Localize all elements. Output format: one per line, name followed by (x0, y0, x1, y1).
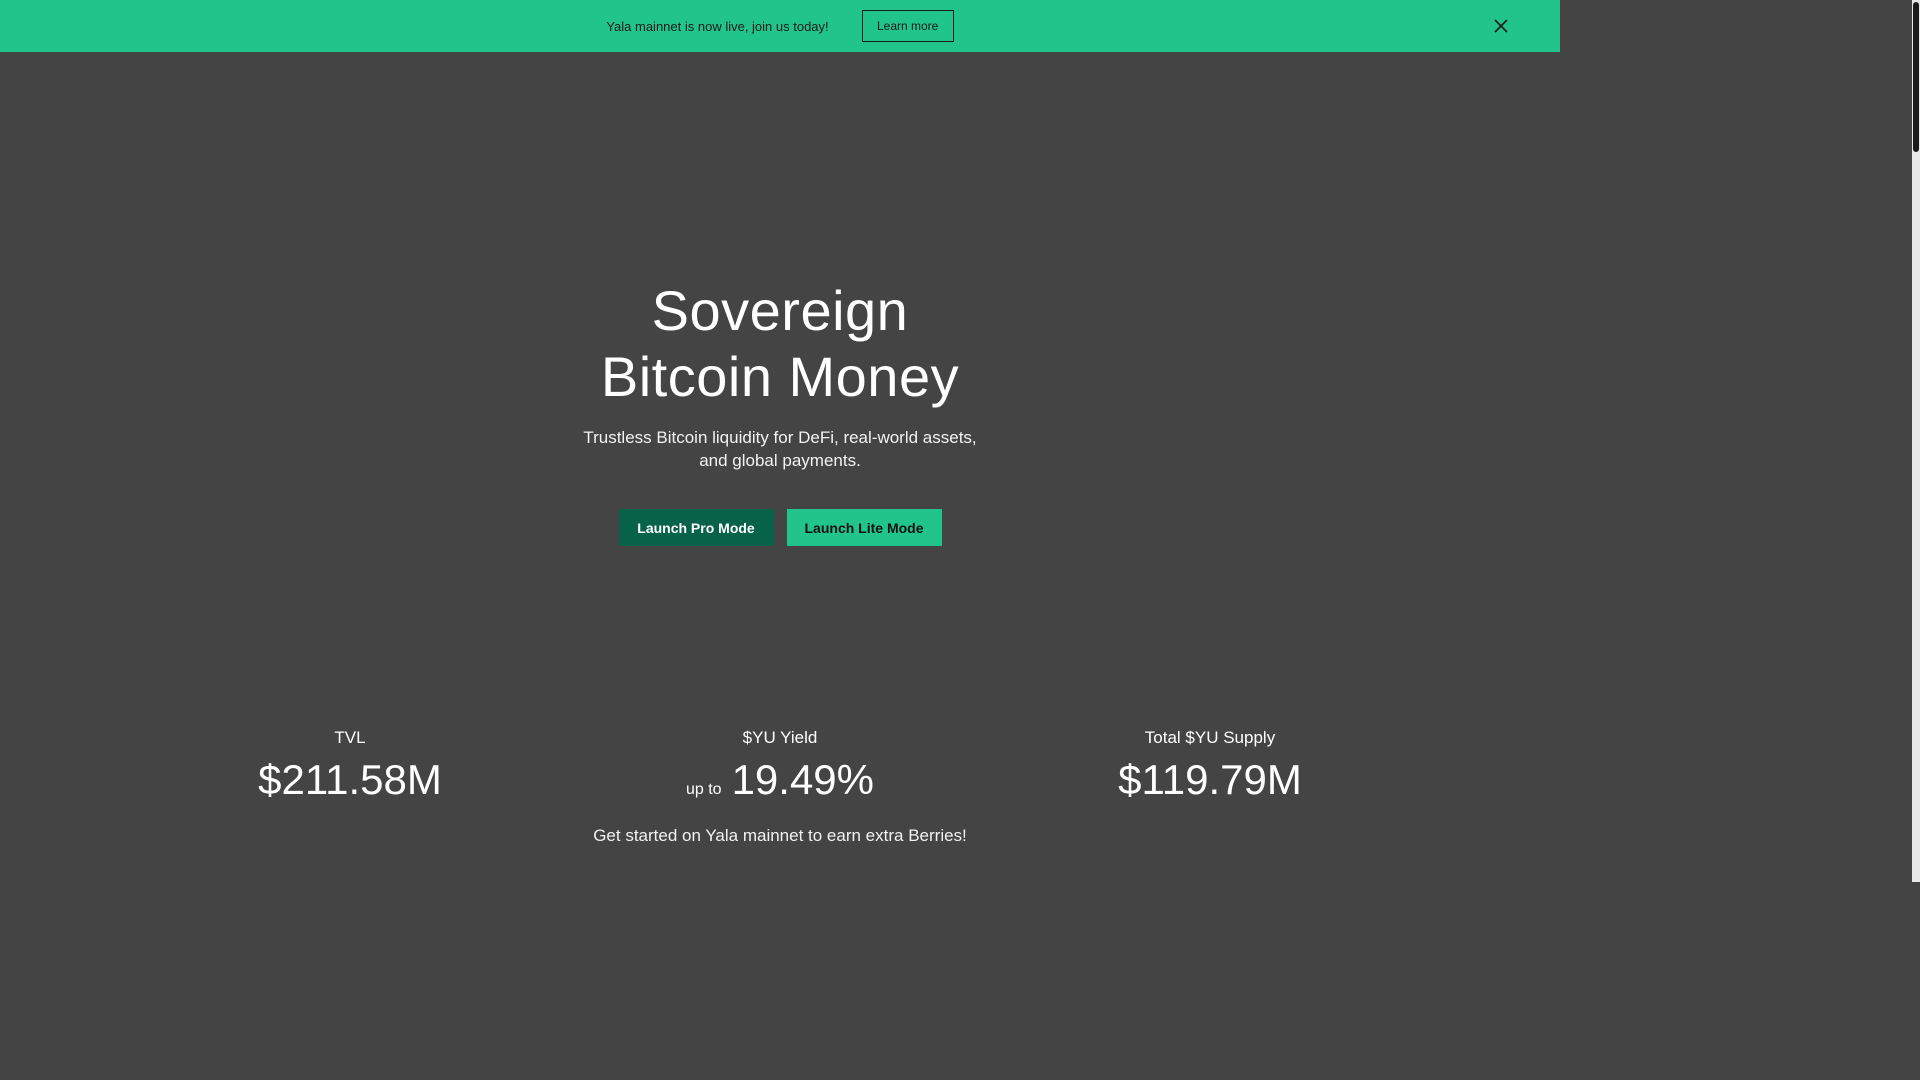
stat-yu-yield: $YU Yield up to 19.49% (570, 728, 990, 816)
launch-lite-mode-button[interactable]: Launch Lite Mode (786, 509, 942, 546)
stat-value: $119.79M (1118, 756, 1302, 803)
stat-value-row: up to 19.49% (570, 754, 990, 816)
learn-more-button[interactable]: Learn more (861, 10, 954, 42)
footer-note: Get started on Yala mainnet to earn extr… (593, 826, 967, 845)
hero-title-line1: Sovereign (651, 279, 909, 342)
stat-tvl: TVL $211.58M (140, 728, 560, 806)
hero-title-line2: Bitcoin Money (600, 345, 960, 408)
main-content: Sovereign Bitcoin Money Trustless Bitcoi… (0, 52, 1560, 882)
hero-subtitle: Trustless Bitcoin liquidity for DeFi, re… (583, 428, 977, 470)
stat-value: $211.58M (258, 756, 442, 803)
stat-label: TVL (334, 728, 366, 747)
stat-label: Total $YU Supply (1144, 728, 1276, 747)
stat-total-yu-supply: Total $YU Supply $119.79M (1000, 728, 1420, 806)
hero-title: Sovereign Bitcoin Money (0, 278, 1560, 410)
announcement-banner: Yala mainnet is now live, join us today!… (0, 0, 1560, 52)
stat-label: $YU Yield (742, 728, 818, 747)
close-icon[interactable] (1492, 17, 1510, 35)
cta-group: Launch Pro Mode Launch Lite Mode (0, 509, 1560, 546)
scrollbar-thumb[interactable] (1913, 2, 1919, 152)
page-scrollbar[interactable] (1912, 0, 1920, 882)
launch-pro-mode-button[interactable]: Launch Pro Mode (618, 509, 774, 546)
stat-value: 19.49% (731, 756, 875, 803)
banner-text: Yala mainnet is now live, join us today! (606, 18, 829, 34)
stat-prefix: up to (685, 781, 722, 798)
